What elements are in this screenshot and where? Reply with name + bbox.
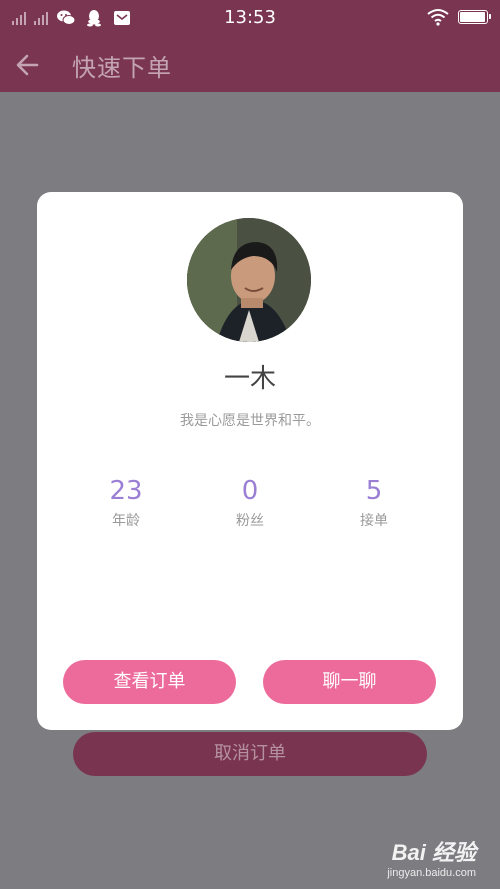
user-bio: 我是心愿是世界和平。 (180, 413, 320, 429)
watermark-logo-text: Bai 经验 (391, 840, 476, 865)
stat-orders: 5 接单 (314, 476, 434, 530)
wifi-icon (427, 9, 449, 26)
status-bar: 13:53 (0, 0, 500, 36)
watermark-url: jingyan.baidu.com (387, 867, 476, 879)
back-button[interactable] (10, 48, 44, 82)
status-time: 13:53 (224, 7, 276, 28)
stat-label: 粉丝 (236, 513, 264, 529)
profile-dialog: 一木 我是心愿是世界和平。 23 年龄 0 粉丝 5 接单 查看订单 聊一聊 (37, 192, 463, 730)
user-name: 一木 (223, 364, 276, 394)
watermark-logo: Bai 经验 (387, 835, 476, 867)
stat-age: 23 年龄 (66, 476, 186, 530)
battery-icon (458, 10, 491, 24)
view-orders-button[interactable]: 查看订单 (63, 660, 236, 704)
avatar-photo (187, 218, 311, 342)
stat-label: 年龄 (112, 513, 140, 529)
app-bar: 快速下单 (0, 36, 500, 92)
avatar[interactable] (187, 218, 311, 342)
arrow-left-icon (16, 54, 39, 76)
stat-fans: 0 粉丝 (190, 476, 310, 530)
stat-value: 23 (109, 476, 143, 506)
battery-level (460, 12, 485, 22)
watermark: Bai 经验 jingyan.baidu.com (387, 835, 476, 879)
cancel-order-button[interactable]: 取消订单 (73, 732, 427, 776)
stat-label: 接单 (360, 513, 388, 529)
stat-value: 5 (365, 476, 383, 506)
chat-button[interactable]: 聊一聊 (263, 660, 436, 704)
status-right-icons (426, 7, 491, 27)
stat-value: 0 (241, 476, 259, 506)
page-title: 快速下单 (72, 54, 172, 82)
